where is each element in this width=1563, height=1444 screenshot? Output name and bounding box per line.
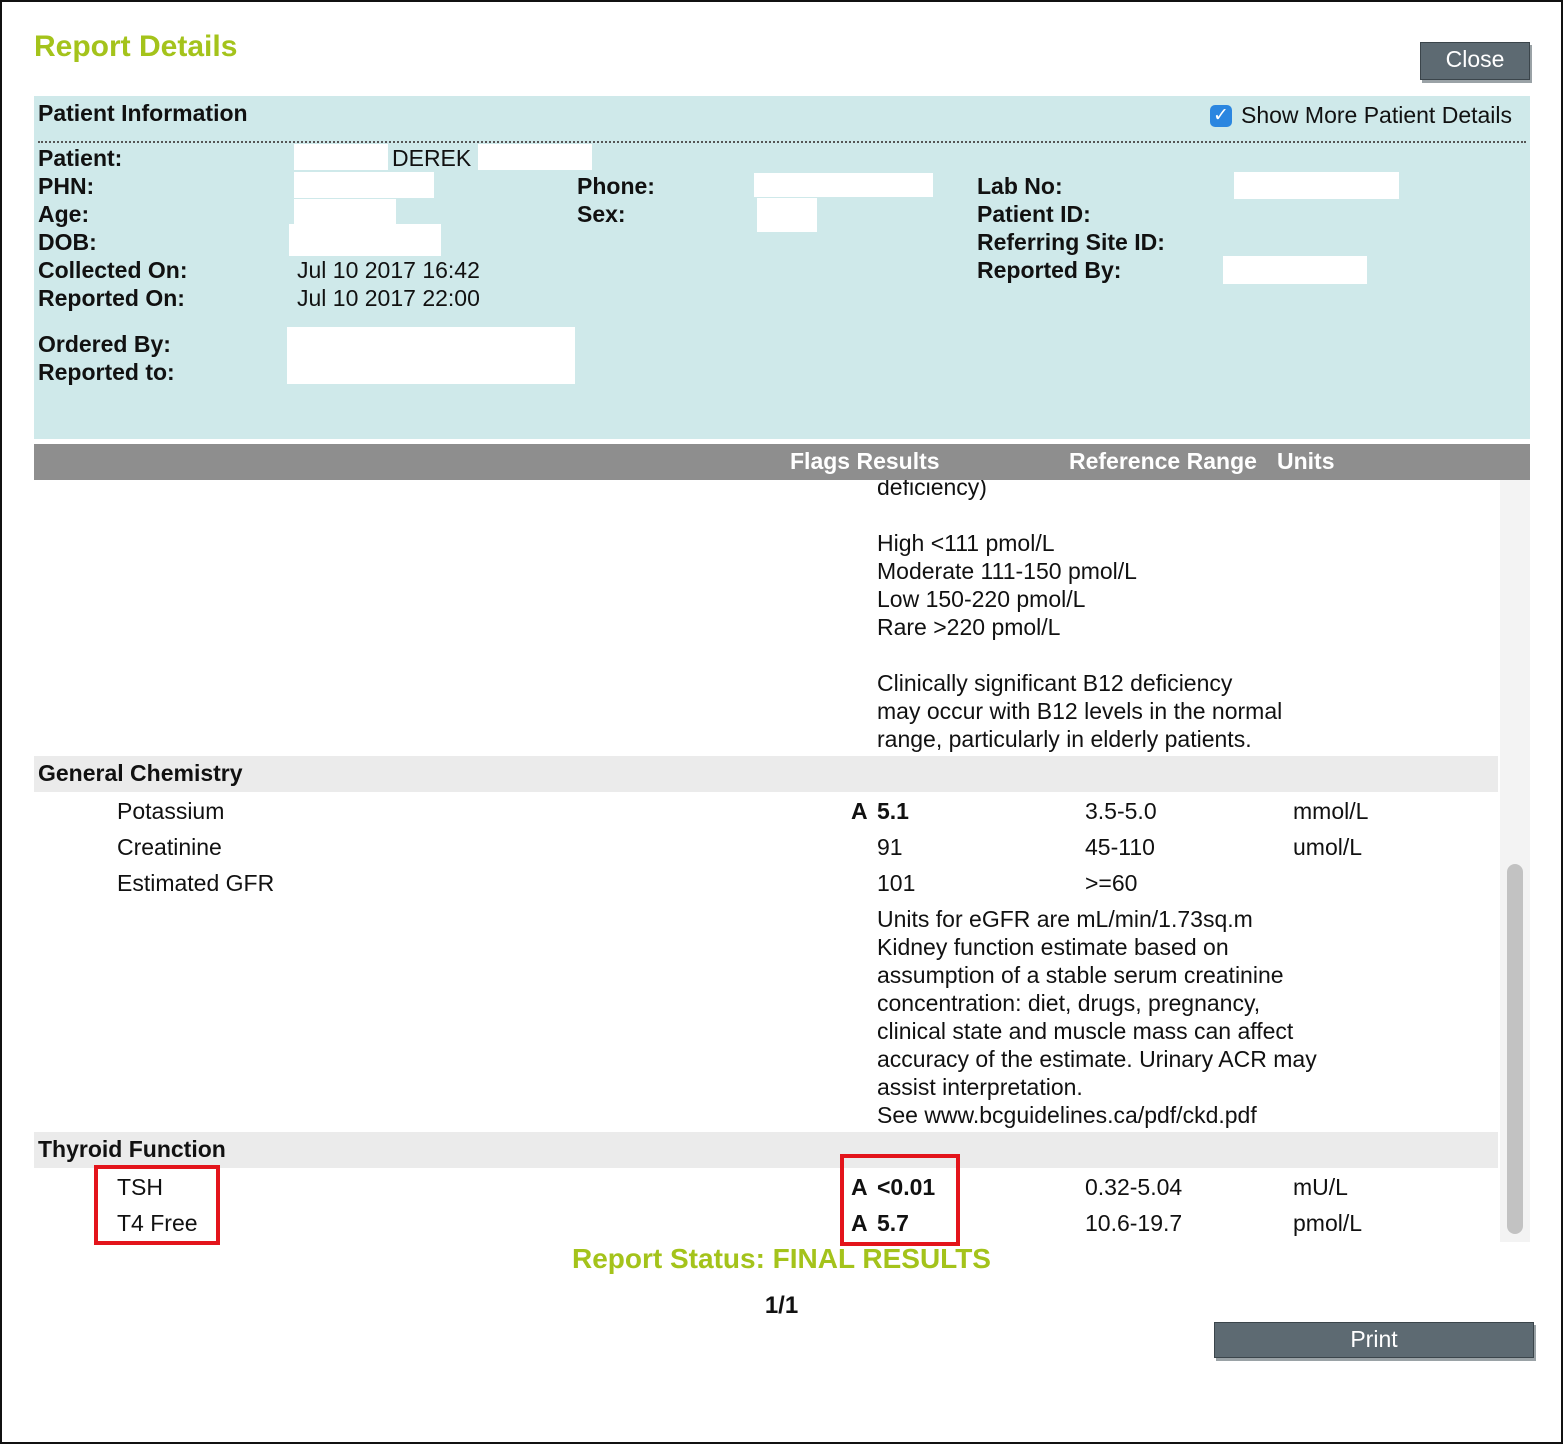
collected-on-label: Collected On:: [38, 257, 188, 283]
comment-line: Kidney function estimate based on: [877, 934, 1229, 960]
collected-on-value: Jul 10 2017 16:42: [297, 257, 480, 283]
test-name: Estimated GFR: [117, 870, 275, 896]
reference-range: 45-110: [1085, 834, 1155, 860]
comment-line: range, particularly in elderly patients.: [877, 726, 1252, 752]
reference-range-header: Reference Range: [1069, 448, 1257, 474]
close-button[interactable]: Close: [1420, 42, 1530, 80]
units-header: Units: [1277, 448, 1335, 474]
patient-label: Patient:: [38, 145, 123, 171]
section-header: Thyroid Function: [34, 1132, 1498, 1168]
report-status: Report Status: FINAL RESULTS: [572, 1243, 991, 1274]
comment-line: Rare >220 pmol/L: [877, 614, 1061, 640]
page-title: Report Details: [34, 30, 238, 63]
comment-line: Low 150-220 pmol/L: [877, 586, 1086, 612]
print-button[interactable]: Print: [1214, 1322, 1534, 1358]
units-value: umol/L: [1293, 834, 1363, 860]
phn-label: PHN:: [38, 173, 95, 199]
ordered-by-label: Ordered By:: [38, 331, 171, 357]
reported-by-label: Reported By:: [977, 257, 1122, 283]
comment-line: may occur with B12 levels in the normal: [877, 698, 1283, 724]
phone-label: Phone:: [577, 173, 655, 199]
comment-line: deficiency): [877, 480, 987, 500]
reference-range: 3.5-5.0: [1085, 798, 1157, 824]
results-pane: deficiency) High <111 pmol/L Moderate 11…: [34, 480, 1530, 1242]
highlight-box-tests: [94, 1165, 220, 1245]
dob-label: DOB:: [38, 229, 97, 255]
units-value: mU/L: [1293, 1174, 1348, 1200]
redacted-block: [757, 198, 817, 232]
reported-to-label: Reported to:: [38, 359, 175, 385]
abnormal-flag: A: [851, 798, 868, 824]
redacted-block: [1223, 256, 1367, 284]
comment-line: clinical state and muscle mass can affec…: [877, 1018, 1294, 1044]
comment-line: assist interpretation.: [877, 1074, 1083, 1100]
redacted-block: [289, 224, 441, 256]
redacted-block: [294, 199, 396, 225]
comment-line: accuracy of the estimate. Urinary ACR ma…: [877, 1046, 1317, 1072]
redacted-block: [1234, 172, 1399, 199]
lab-no-label: Lab No:: [977, 173, 1063, 199]
comment-line: High <111 pmol/L: [877, 530, 1055, 556]
show-more-label: Show More Patient Details: [1241, 102, 1513, 128]
reported-on-label: Reported On:: [38, 285, 185, 311]
flags-results-header: Flags Results: [790, 448, 940, 474]
comment-line: Moderate 111-150 pmol/L: [877, 558, 1137, 584]
units-value: pmol/L: [1293, 1210, 1363, 1236]
redacted-block: [287, 327, 575, 384]
redacted-block: [294, 144, 388, 170]
sex-label: Sex:: [577, 201, 626, 227]
reference-range: >=60: [1085, 870, 1138, 896]
comment-line: Units for eGFR are mL/min/1.73sq.m: [877, 906, 1253, 932]
highlight-box-results: [840, 1154, 960, 1246]
redacted-block: [478, 144, 592, 170]
section-title: General Chemistry: [38, 760, 243, 786]
reference-range: 10.6-19.7: [1085, 1210, 1183, 1236]
comment-line: See www.bcguidelines.ca/pdf/ckd.pdf: [877, 1102, 1257, 1128]
section-title: Thyroid Function: [38, 1136, 226, 1162]
result-value: 91: [877, 834, 903, 860]
test-name: Creatinine: [117, 834, 222, 860]
show-more-details-toggle[interactable]: ✓ Show More Patient Details: [1210, 102, 1512, 129]
reported-on-value: Jul 10 2017 22:00: [297, 285, 480, 311]
patient-id-label: Patient ID:: [977, 201, 1091, 227]
page-indicator: 1/1: [764, 1292, 799, 1319]
referring-site-id-label: Referring Site ID:: [977, 229, 1165, 255]
patient-info-title: Patient Information: [38, 100, 248, 126]
result-value: 5.1: [877, 798, 909, 824]
units-value: mmol/L: [1293, 798, 1369, 824]
redacted-block: [294, 172, 434, 198]
checkmark-icon[interactable]: ✓: [1210, 104, 1232, 127]
comment-line: concentration: diet, drugs, pregnancy,: [877, 990, 1261, 1016]
age-label: Age:: [38, 201, 90, 227]
comment-line: assumption of a stable serum creatinine: [877, 962, 1284, 988]
test-name: Potassium: [117, 798, 225, 824]
divider: [38, 141, 1526, 143]
patient-name-value: DEREK: [392, 145, 472, 171]
result-value: 101: [877, 870, 916, 896]
comment-line: Clinically significant B12 deficiency: [877, 670, 1233, 696]
redacted-block: [754, 173, 933, 197]
reference-range: 0.32-5.04: [1085, 1174, 1183, 1200]
section-header: General Chemistry: [34, 756, 1498, 792]
